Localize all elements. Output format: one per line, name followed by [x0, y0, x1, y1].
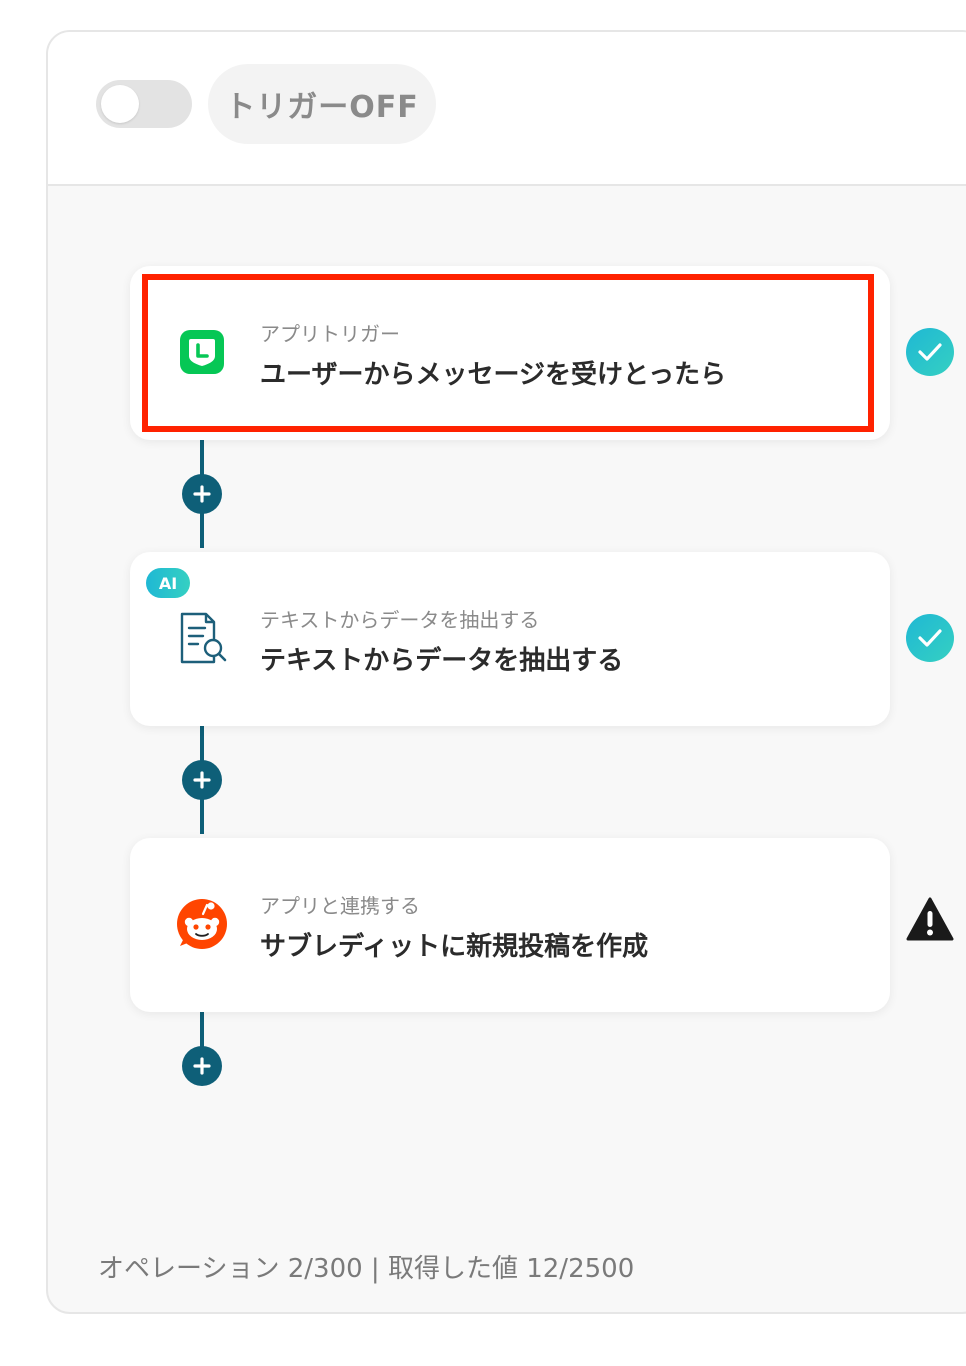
step-card-ai-extract[interactable]: AI テキストからデータを抽出する テキストからデータを抽出する	[130, 552, 890, 726]
flow-header: トリガーOFF	[48, 32, 966, 186]
usage-counter: オペレーション 2/300 | 取得した値 12/2500	[98, 1254, 635, 1284]
toggle-knob	[101, 85, 139, 123]
add-step-button[interactable]	[182, 474, 222, 514]
add-step-button[interactable]	[182, 1046, 222, 1086]
ai-badge: AI	[146, 568, 190, 598]
plus-icon	[193, 771, 211, 789]
document-search-icon	[174, 610, 230, 666]
step-type-label: アプリと連携する	[260, 894, 420, 918]
step-type-label: アプリトリガー	[260, 322, 400, 346]
flow-editor-panel: トリガーOFF アプリトリガー ユーザーからメッセージを受けとったら AI テキ…	[46, 30, 966, 1314]
trigger-toggle[interactable]	[96, 80, 192, 128]
highlight-box	[142, 274, 874, 432]
reddit-icon	[174, 896, 230, 952]
check-circle-icon	[906, 614, 954, 662]
step-title: サブレディットに新規投稿を作成	[260, 932, 649, 962]
warning-icon	[906, 896, 954, 944]
add-step-button[interactable]	[182, 760, 222, 800]
step-card-trigger[interactable]: アプリトリガー ユーザーからメッセージを受けとったら	[130, 266, 890, 440]
step-title: ユーザーからメッセージを受けとったら	[260, 360, 727, 390]
check-circle-icon	[906, 328, 954, 376]
line-app-icon	[174, 324, 230, 380]
step-title: テキストからデータを抽出する	[260, 646, 624, 676]
step-type-label: テキストからデータを抽出する	[260, 608, 540, 632]
plus-icon	[193, 485, 211, 503]
step-card-reddit-post[interactable]: アプリと連携する サブレディットに新規投稿を作成	[130, 838, 890, 1012]
plus-icon	[193, 1057, 211, 1075]
trigger-status-label: トリガーOFF	[208, 64, 436, 144]
